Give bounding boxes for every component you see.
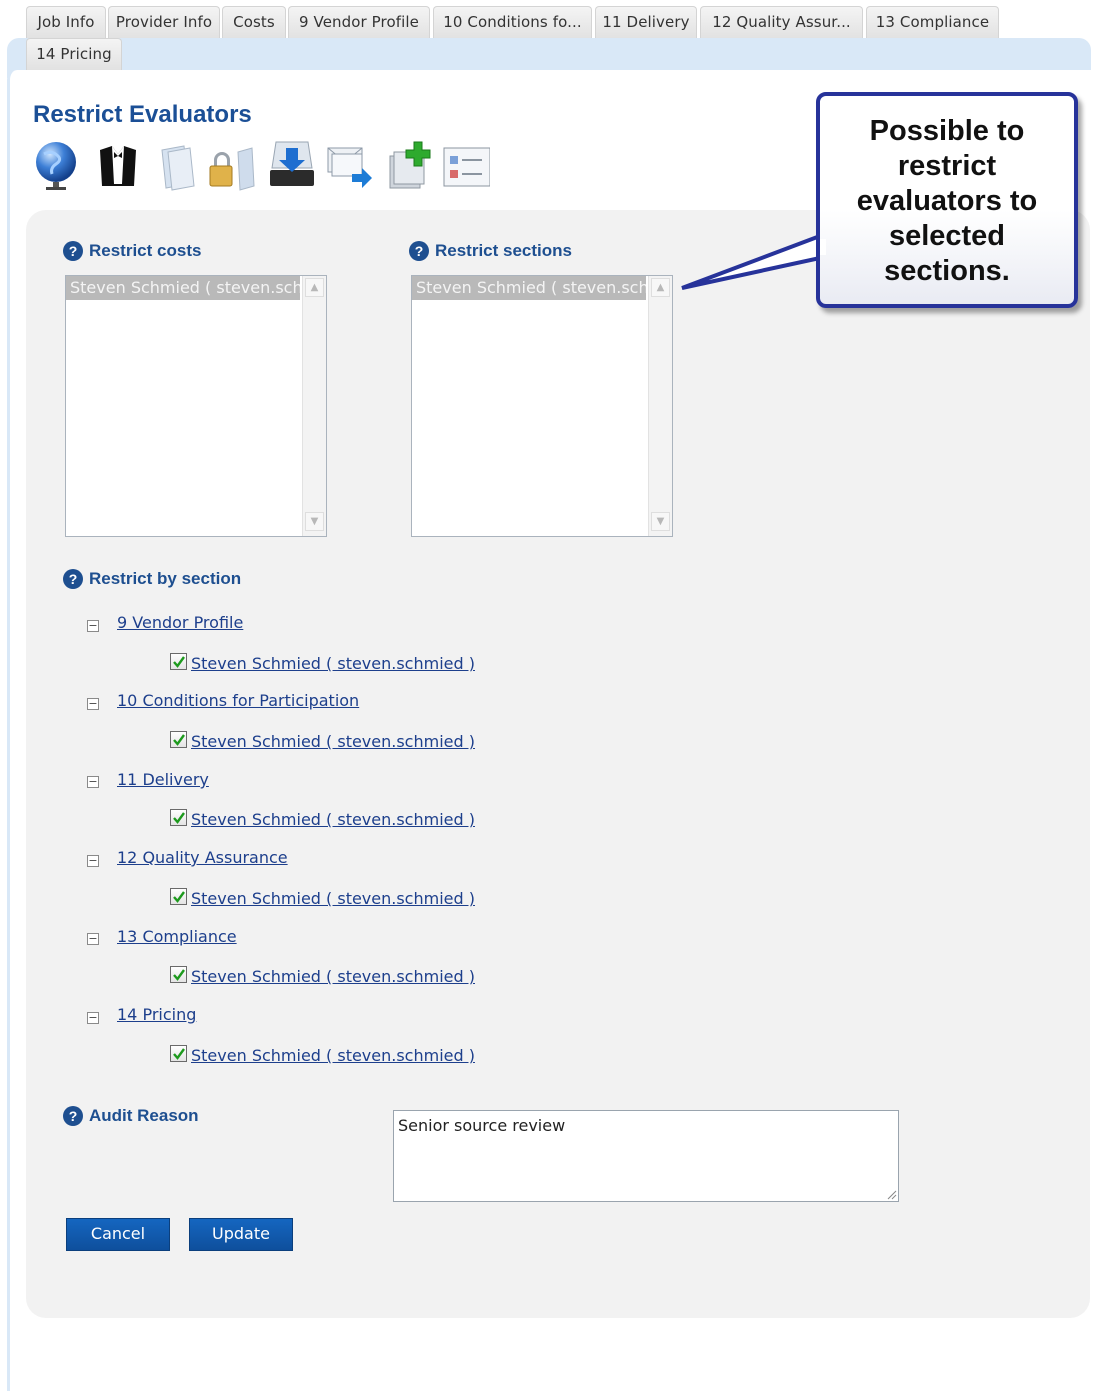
member-checkbox[interactable] xyxy=(170,809,187,826)
member-link[interactable]: Steven Schmied ( steven.schmied ) xyxy=(191,889,475,908)
scrollbar[interactable]: ▲ ▼ xyxy=(302,276,326,536)
restrict-costs-label: ? Restrict costs xyxy=(63,240,201,261)
add-documents-icon[interactable] xyxy=(384,140,432,192)
section-link-compliance[interactable]: 13 Compliance xyxy=(117,927,237,946)
collapse-icon[interactable]: − xyxy=(87,776,99,788)
scrollbar[interactable]: ▲ ▼ xyxy=(648,276,672,536)
restrict-by-section-label: ? Restrict by section xyxy=(63,568,241,589)
member-checkbox[interactable] xyxy=(170,653,187,670)
page-title: Restrict Evaluators xyxy=(33,101,252,128)
collapse-icon[interactable]: − xyxy=(87,698,99,710)
member-checkbox[interactable] xyxy=(170,731,187,748)
collapse-icon[interactable]: − xyxy=(87,855,99,867)
tab-delivery[interactable]: 11 Delivery xyxy=(595,6,697,38)
download-tray-icon[interactable] xyxy=(268,140,316,192)
callout-annotation: Possible to restrict evaluators to selec… xyxy=(680,90,1090,320)
tab-conditions[interactable]: 10 Conditions fo... xyxy=(433,6,592,38)
tab-quality-assurance[interactable]: 12 Quality Assur... xyxy=(700,6,863,38)
update-button[interactable]: Update xyxy=(189,1218,293,1251)
section-link-conditions[interactable]: 10 Conditions for Participation xyxy=(117,691,359,710)
forward-mail-icon[interactable] xyxy=(326,140,374,192)
member-checkbox[interactable] xyxy=(170,966,187,983)
tab-compliance[interactable]: 13 Compliance xyxy=(866,6,999,38)
list-item[interactable]: Steven Schmied ( steven.schmied ) xyxy=(66,276,300,300)
scroll-down-icon[interactable]: ▼ xyxy=(305,512,324,531)
restrict-sections-listbox[interactable]: Steven Schmied ( steven.schmied ) ▲ ▼ xyxy=(411,275,673,537)
member-link[interactable]: Steven Schmied ( steven.schmied ) xyxy=(191,1046,475,1065)
tab-vendor-profile[interactable]: 9 Vendor Profile xyxy=(288,6,430,38)
form-list-icon[interactable] xyxy=(442,140,491,192)
tab-pricing[interactable]: 14 Pricing xyxy=(26,38,122,70)
member-checkbox[interactable] xyxy=(170,888,187,905)
member-checkbox[interactable] xyxy=(170,1045,187,1062)
help-icon[interactable]: ? xyxy=(63,240,83,261)
audit-reason-value: Senior source review xyxy=(398,1116,566,1135)
callout-text: Possible to restrict evaluators to selec… xyxy=(856,115,1038,287)
tab-job-info[interactable]: Job Info xyxy=(26,6,106,38)
collapse-icon[interactable]: − xyxy=(87,1012,99,1024)
help-icon[interactable]: ? xyxy=(63,568,83,589)
scroll-down-icon[interactable]: ▼ xyxy=(651,512,670,531)
section-link-pricing[interactable]: 14 Pricing xyxy=(117,1005,196,1024)
section-link-quality-assurance[interactable]: 12 Quality Assurance xyxy=(117,848,288,867)
help-icon[interactable]: ? xyxy=(63,1105,83,1126)
scroll-up-icon[interactable]: ▲ xyxy=(651,278,670,297)
restrict-sections-label: ? Restrict sections xyxy=(409,240,572,261)
tab-provider-info[interactable]: Provider Info xyxy=(108,6,220,38)
tab-costs[interactable]: Costs xyxy=(222,6,286,38)
tuxedo-icon[interactable] xyxy=(94,140,142,192)
member-link[interactable]: Steven Schmied ( steven.schmied ) xyxy=(191,732,475,751)
cancel-button[interactable]: Cancel xyxy=(66,1218,170,1251)
callout-box: Possible to restrict evaluators to selec… xyxy=(816,92,1078,308)
audit-reason-label: ? Audit Reason xyxy=(63,1105,199,1126)
collapse-icon[interactable]: − xyxy=(87,933,99,945)
section-link-vendor-profile[interactable]: 9 Vendor Profile xyxy=(117,613,243,632)
locked-documents-icon[interactable] xyxy=(154,140,262,192)
scroll-up-icon[interactable]: ▲ xyxy=(305,278,324,297)
collapse-icon[interactable]: − xyxy=(87,620,99,632)
member-link[interactable]: Steven Schmied ( steven.schmied ) xyxy=(191,654,475,673)
help-icon[interactable]: ? xyxy=(409,240,429,261)
member-link[interactable]: Steven Schmied ( steven.schmied ) xyxy=(191,967,475,986)
audit-reason-textarea[interactable]: Senior source review xyxy=(393,1110,899,1202)
restrict-costs-listbox[interactable]: Steven Schmied ( steven.schmied ) ▲ ▼ xyxy=(65,275,327,537)
globe-icon[interactable] xyxy=(34,140,82,192)
section-link-delivery[interactable]: 11 Delivery xyxy=(117,770,209,789)
member-link[interactable]: Steven Schmied ( steven.schmied ) xyxy=(191,810,475,829)
list-item[interactable]: Steven Schmied ( steven.schmied ) xyxy=(412,276,646,300)
resize-grip-icon[interactable] xyxy=(885,1188,897,1200)
